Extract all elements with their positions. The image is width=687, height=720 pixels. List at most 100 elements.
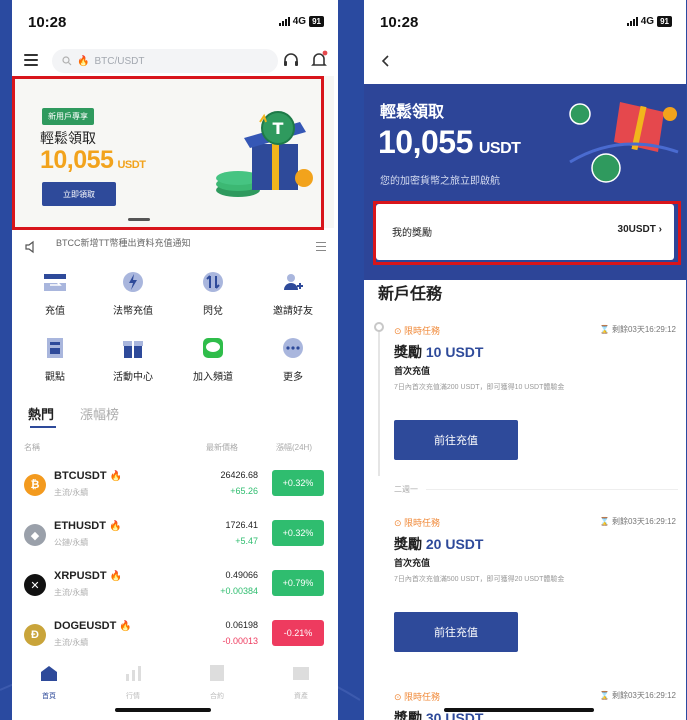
task-card: ⊙ 限時任務 ⌛ 剩餘03天16:29:12 獎勵 10 USDT 首次充值 7… [364, 324, 686, 494]
bell-icon[interactable] [310, 50, 328, 70]
countdown: ⌛ 剩餘03天16:29:12 [599, 325, 676, 334]
go-deposit-button[interactable]: 前往充值 [394, 420, 518, 460]
market-row[interactable]: ₿ BTCUSDT 🔥 主流/永續 26426.68 +65.26 +0.32% [12, 462, 338, 512]
limited-task-badge: ⊙ 限時任務 [394, 692, 441, 702]
wallet-icon [293, 667, 309, 680]
more-icon [283, 338, 303, 358]
fire-icon: 🔥 [109, 521, 122, 532]
market-change-percent[interactable]: +0.32% [272, 470, 324, 496]
gift-coins-illustration [569, 102, 679, 183]
deposit-icon [44, 274, 66, 291]
market-symbol: ETHUSDT 🔥 [54, 520, 122, 532]
market-column-headers: 名稱 最新價格 漲幅(24H) [24, 443, 313, 452]
market-change-percent[interactable]: -0.21% [272, 620, 324, 646]
market-change: +5.47 [235, 536, 258, 546]
hero-amount: 10,055 USDT [378, 124, 521, 160]
headset-icon[interactable] [282, 51, 300, 69]
market-symbol: XRPUSDT 🔥 [54, 570, 123, 582]
task-description: 7日內首次充值滿200 USDT，即可獲得10 USDT體驗金 [394, 384, 565, 391]
activity-icon [123, 341, 143, 358]
task-reward: 獎勵 20 USDT [394, 536, 484, 552]
fiat-deposit-icon [123, 272, 143, 292]
home-icon [41, 666, 57, 681]
search-placeholder: BTC/USDT [94, 55, 145, 67]
limited-task-badge: ⊙ 限時任務 [394, 518, 441, 528]
invite-icon [284, 274, 303, 290]
week-divider-label: 二週一 [394, 485, 418, 494]
nav-home[interactable]: 首頁 [24, 664, 74, 701]
task-type: 首次充值 [394, 366, 431, 376]
market-change-percent[interactable]: +0.32% [272, 520, 324, 546]
market-category: 公鏈/永續 [54, 538, 89, 547]
nav-markets[interactable]: 行情 [108, 664, 158, 701]
rewards-screen: 10:28 4G 91 輕鬆領取 10,055 USDT 您的加密貨幣之旅立即啟航… [364, 0, 686, 720]
market-row[interactable]: ◆ ETHUSDT 🔥 公鏈/永續 1726.41 +5.47 +0.32% [12, 512, 338, 562]
market-row[interactable]: ✕ XRPUSDT 🔥 主流/永續 0.49066 +0.00384 +0.79% [12, 562, 338, 612]
quick-action-swap[interactable]: 閃兌 [178, 270, 248, 317]
search-icon [62, 56, 72, 66]
market-category: 主流/永續 [54, 638, 89, 647]
status-time: 10:28 [380, 14, 419, 31]
quick-action-more[interactable]: 更多 [258, 336, 328, 383]
hero-title: 輕鬆領取 [380, 104, 445, 121]
market-category: 主流/永續 [54, 588, 89, 597]
go-deposit-button[interactable]: 前往充值 [394, 612, 518, 652]
market-change: +65.26 [230, 486, 258, 496]
tab-gainers[interactable]: 漲幅榜 [80, 404, 119, 423]
market-price: 0.49066 [225, 570, 258, 580]
contract-icon [210, 665, 224, 681]
battery-icon: 91 [309, 16, 324, 27]
market-symbol: DOGEUSDT 🔥 [54, 620, 132, 632]
quick-action-deposit[interactable]: 充值 [20, 270, 90, 317]
quick-action-insights[interactable]: 觀點 [20, 336, 90, 383]
list-icon[interactable] [316, 242, 326, 254]
home-indicator [444, 708, 594, 712]
market-price: 26426.68 [220, 470, 258, 480]
countdown: ⌛ 剩餘03天16:29:12 [599, 517, 676, 526]
insights-icon [47, 338, 63, 358]
section-title: 新戶任務 [378, 286, 443, 303]
swap-icon [203, 272, 223, 292]
market-change-percent[interactable]: +0.79% [272, 570, 324, 596]
quick-action-activity[interactable]: 活動中心 [98, 336, 168, 383]
quick-action-channel[interactable]: 加入頻道 [178, 336, 248, 383]
market-tabs: 熱門 漲幅榜 [28, 404, 328, 428]
status-bar: 10:28 4G 91 [12, 0, 338, 48]
coin-icon: ✕ [24, 574, 46, 596]
market-symbol: BTCUSDT 🔥 [54, 470, 123, 482]
rewards-highlight-frame [373, 201, 681, 265]
divider [426, 489, 678, 490]
active-tab-indicator [30, 426, 56, 428]
battery-icon: 91 [657, 16, 672, 27]
coin-icon: Ð [24, 624, 46, 646]
back-arrow-icon[interactable] [380, 54, 392, 68]
top-bar: 🔥 BTC/USDT [12, 48, 338, 74]
quick-action-fiat-deposit[interactable]: 法幣充值 [98, 270, 168, 317]
fire-icon: 🔥 [77, 55, 90, 67]
status-time: 10:28 [28, 14, 67, 31]
task-type: 首次充值 [394, 558, 431, 568]
search-input[interactable]: 🔥 BTC/USDT [52, 49, 278, 73]
coin-icon: ◆ [24, 524, 46, 546]
market-price: 0.06198 [225, 620, 258, 630]
market-price: 1726.41 [225, 520, 258, 530]
market-change: +0.00384 [220, 586, 258, 596]
tab-hot[interactable]: 熱門 [28, 404, 54, 423]
task-card: ⊙ 限時任務 ⌛ 剩餘03天16:29:12 獎勵 30 USDT [364, 690, 686, 720]
announcement-bar[interactable]: BTCC新增TT幣種出資料充值通知 [12, 236, 338, 258]
coin-icon: ₿ [24, 474, 46, 496]
chart-icon [126, 666, 141, 681]
market-change: -0.00013 [222, 636, 258, 646]
market-row[interactable]: Ð DOGEUSDT 🔥 主流/永續 0.06198 -0.00013 -0.21% [12, 612, 338, 662]
nav-futures[interactable]: 合約 [192, 664, 242, 701]
countdown: ⌛ 剩餘03天16:29:12 [599, 691, 676, 700]
network-type: 4G [640, 16, 655, 27]
task-card: ⊙ 限時任務 ⌛ 剩餘03天16:29:12 獎勵 20 USDT 首次充值 7… [364, 516, 686, 686]
quick-action-invite[interactable]: 邀請好友 [258, 270, 328, 317]
fire-icon: 🔥 [119, 621, 132, 632]
hero-subtitle: 您的加密貨幣之旅立即啟航 [380, 176, 500, 187]
market-category: 主流/永續 [54, 488, 89, 497]
menu-icon[interactable] [24, 54, 38, 66]
nav-assets[interactable]: 資產 [276, 664, 326, 701]
fire-icon: 🔥 [109, 571, 123, 582]
